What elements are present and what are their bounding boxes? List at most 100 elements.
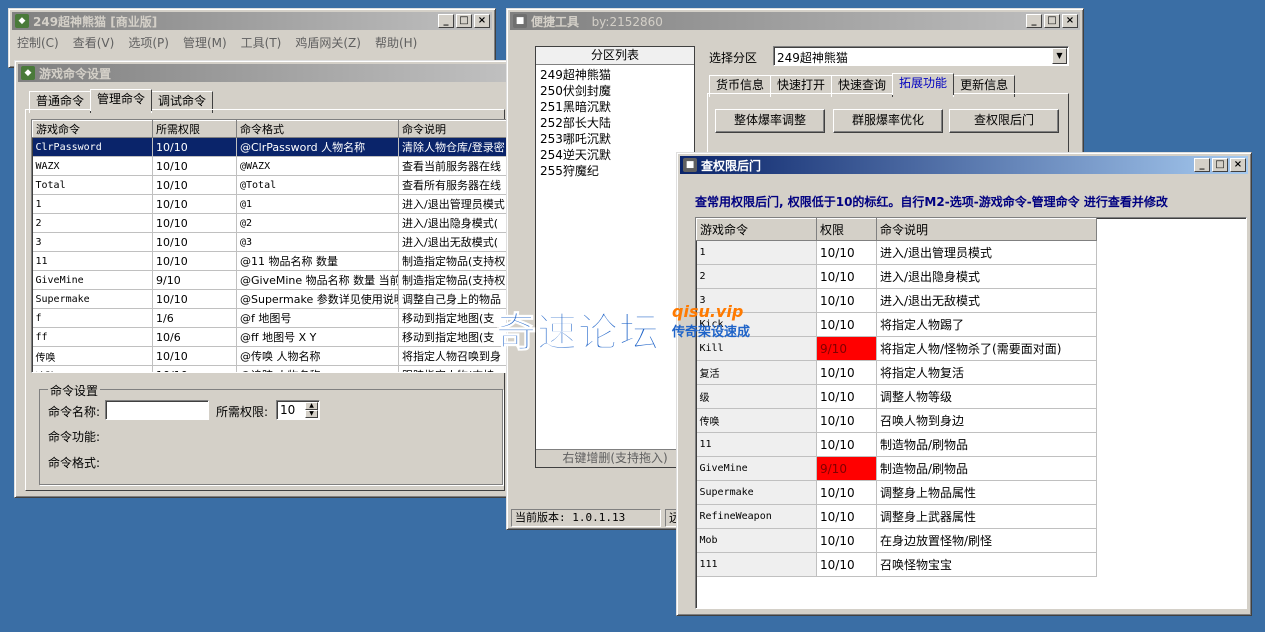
group-drop-rate-button[interactable]: 群服爆率优化 <box>833 109 943 133</box>
table-row[interactable]: Mob 10/10 在身边放置怪物/刷怪 <box>696 528 1097 553</box>
table-row[interactable]: f 1/6 @f 地图号 移动到指定地图(支 <box>32 308 506 328</box>
spin-up-button[interactable]: ▲ <box>305 402 318 410</box>
menu-item[interactable]: 查看(V) <box>73 34 115 51</box>
column-header[interactable]: 命令说明 <box>398 120 506 138</box>
table-cell: @WAZX <box>236 156 399 176</box>
table-row[interactable]: 追踪10/10@追踪 人物名称跟踪指定人物(支持 <box>32 365 506 372</box>
table-row[interactable]: ff 10/6 @ff 地图号 X Y 移动到指定地图(支 <box>32 327 506 347</box>
perm-table-container[interactable]: 游戏命令 权限 命令说明 1 10/10 进入/退出管理员模式 2 10/10 进入/退出隐身… <box>695 217 1247 609</box>
list-item[interactable]: 254逆天沉默 <box>540 147 690 163</box>
table-row[interactable]: 2 10/10 进入/退出隐身模式 <box>696 264 1097 289</box>
chevron-down-icon[interactable]: ▼ <box>1052 48 1067 64</box>
table-cell: @追踪 人物名称 <box>236 365 399 372</box>
menu-item[interactable]: 工具(T) <box>241 34 282 51</box>
list-item[interactable]: 250伏剑封魔 <box>540 83 690 99</box>
table-row[interactable]: RefineWeapon 10/10 调整身上武器属性 <box>696 504 1097 529</box>
menu-item[interactable]: 控制(C) <box>17 34 59 51</box>
tool-titlebar[interactable]: ■ 便捷工具 by:2152860 _ □ × <box>510 12 1080 30</box>
spin-down-button[interactable]: ▼ <box>305 410 318 418</box>
perm-titlebar[interactable]: ■ 查权限后门 _ □ × <box>680 156 1248 174</box>
menu-item[interactable]: 鸡盾网关(Z) <box>295 34 361 51</box>
game-cmd-titlebar[interactable]: ◆ 游戏命令设置 <box>18 64 506 82</box>
table-row[interactable]: Kill 9/10 将指定人物/怪物杀了(需要面对面) <box>696 336 1097 361</box>
cmd-table-container[interactable]: 游戏命令 所需权限 命令格式 命令说明 ClrPassword 10/10 @ClrPas… <box>31 119 507 373</box>
close-button[interactable]: × <box>474 14 490 28</box>
table-cell: 10/10 <box>816 312 877 337</box>
maximize-button[interactable]: □ <box>1044 14 1060 28</box>
table-cell: 1 <box>696 240 817 265</box>
close-button[interactable]: × <box>1230 158 1246 172</box>
table-cell: Kill <box>696 336 817 361</box>
table-row[interactable]: ClrPassword 10/10 @ClrPassword 人物名称 清除人物仓库/… <box>32 137 506 157</box>
menu-item[interactable]: 帮助(H) <box>375 34 417 51</box>
table-cell: 10/10 <box>816 384 877 409</box>
maximize-button[interactable]: □ <box>1212 158 1228 172</box>
list-item[interactable]: 249超神熊猫 <box>540 67 690 83</box>
column-header[interactable]: 权限 <box>816 218 877 241</box>
table-row[interactable]: 2 10/10 @2 进入/退出隐身模式( <box>32 213 506 233</box>
perm-value: 10 <box>280 403 296 417</box>
table-row[interactable]: GiveMine 9/10 制造物品/刷物品 <box>696 456 1097 481</box>
cmd-func-label: 命令功能: <box>48 430 101 444</box>
main-window-titlebar[interactable]: ◆ 249超神熊猫 [商业版] _ □ × <box>12 12 492 30</box>
table-cell: 查看所有服务器在线 <box>398 175 506 195</box>
menu-item[interactable]: 选项(P) <box>128 34 169 51</box>
table-row[interactable]: WAZX 10/10 @WAZX 查看当前服务器在线 <box>32 156 506 176</box>
check-perm-backdoor-button[interactable]: 查权限后门 <box>949 109 1059 133</box>
list-item[interactable]: 253哪吒沉默 <box>540 131 690 147</box>
table-row[interactable]: 3 10/10 进入/退出无敌模式 <box>696 288 1097 313</box>
cmd-table[interactable]: 游戏命令 所需权限 命令格式 命令说明 ClrPassword 10/10 @ClrPas… <box>32 120 506 372</box>
table-row[interactable]: 1 10/10 进入/退出管理员模式 <box>696 240 1097 265</box>
table-cell: 10/10 <box>152 346 237 366</box>
table-cell: 10/10 <box>816 240 877 265</box>
table-cell: 将指定人物召唤到身 <box>398 346 506 366</box>
table-cell: Supermake <box>32 289 153 309</box>
partition-select-value: 249超神熊猫 <box>777 51 848 65</box>
table-row[interactable]: 1 10/10 @1 进入/退出管理员模式 <box>32 194 506 214</box>
table-row[interactable]: Supermake 10/10 调整身上物品属性 <box>696 480 1097 505</box>
table-row[interactable]: 111 10/10 召唤怪物宝宝 <box>696 552 1097 577</box>
table-cell: 10/10 <box>816 288 877 313</box>
column-header[interactable]: 游戏命令 <box>696 218 817 241</box>
table-row[interactable]: 11 10/10 @11 物品名称 数量 制造指定物品(支持权 <box>32 251 506 271</box>
table-cell: 10/6 <box>152 327 237 347</box>
perm-spinner[interactable]: 10 ▲ ▼ <box>276 400 320 420</box>
minimize-button[interactable]: _ <box>1194 158 1210 172</box>
cmd-name-input[interactable] <box>105 400 209 420</box>
table-row[interactable]: Total 10/10 @Total 查看所有服务器在线 <box>32 175 506 195</box>
table-row[interactable]: Supermake 10/10 @Supermake 参数详见使用说明 调整自己身上的… <box>32 289 506 309</box>
table-cell: 移动到指定地图(支 <box>398 327 506 347</box>
tab-extended-features[interactable]: 拓展功能 <box>892 73 955 95</box>
status-version: 当前版本: 1.0.1.13 <box>511 509 661 527</box>
list-item[interactable]: 251黑暗沉默 <box>540 99 690 115</box>
menu-item[interactable]: 管理(M) <box>183 34 227 51</box>
table-row[interactable]: Kick 10/10 将指定人物踢了 <box>696 312 1097 337</box>
table-row[interactable]: 11 10/10 制造物品/刷物品 <box>696 432 1097 457</box>
table-cell: 传唤 <box>32 346 153 366</box>
tab-admin-cmd[interactable]: 管理命令 <box>90 89 153 111</box>
maximize-button[interactable]: □ <box>456 14 472 28</box>
partition-select[interactable]: 249超神熊猫 ▼ <box>773 46 1069 66</box>
table-row[interactable]: 复活 10/10 将指定人物复活 <box>696 360 1097 385</box>
perm-table[interactable]: 游戏命令 权限 命令说明 1 10/10 进入/退出管理员模式 2 10/10 进入/退出隐身… <box>696 218 1097 577</box>
table-row[interactable]: 传唤 10/10 召唤人物到身边 <box>696 408 1097 433</box>
close-button[interactable]: × <box>1062 14 1078 28</box>
column-header[interactable]: 游戏命令 <box>32 120 153 138</box>
column-header[interactable]: 命令说明 <box>876 218 1097 241</box>
table-cell: WAZX <box>32 156 153 176</box>
column-header[interactable]: 命令格式 <box>236 120 399 138</box>
minimize-button[interactable]: _ <box>438 14 454 28</box>
table-row[interactable]: 级 10/10 调整人物等级 <box>696 384 1097 409</box>
overall-drop-rate-button[interactable]: 整体爆率调整 <box>715 109 825 133</box>
table-row[interactable]: 3 10/10 @3 进入/退出无敌模式( <box>32 232 506 252</box>
list-item[interactable]: 255狩魔纪 <box>540 163 690 179</box>
table-cell: 清除人物仓库/登录密 <box>398 137 506 157</box>
table-row[interactable]: GiveMine 9/10 @GiveMine 物品名称 数量 当前 制造指定物品(支… <box>32 270 506 290</box>
column-header[interactable]: 所需权限 <box>152 120 237 138</box>
table-cell: 10/10 <box>816 432 877 457</box>
table-row[interactable]: 传唤 10/10 @传唤 人物名称 将指定人物召唤到身 <box>32 346 506 366</box>
table-cell: 制造物品/刷物品 <box>876 456 1097 481</box>
server-list[interactable]: 249超神熊猫 250伏剑封魔 251黑暗沉默 252部长大陆 253哪吒沉默 254逆天… <box>536 65 694 181</box>
minimize-button[interactable]: _ <box>1026 14 1042 28</box>
list-item[interactable]: 252部长大陆 <box>540 115 690 131</box>
